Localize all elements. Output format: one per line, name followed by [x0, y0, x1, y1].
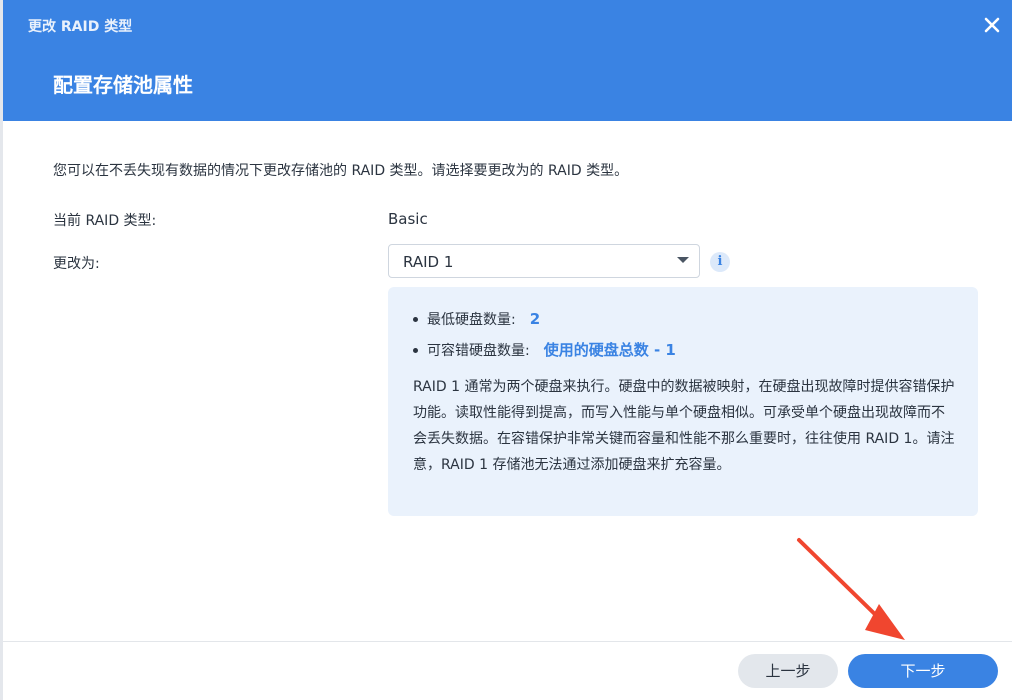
footer-divider [3, 641, 1012, 642]
chevron-down-icon [677, 257, 689, 263]
close-button[interactable] [980, 13, 1004, 37]
change-to-label: 更改为: [53, 256, 100, 272]
current-raid-value: Basic [388, 210, 428, 228]
previous-button[interactable]: 上一步 [738, 654, 838, 688]
dialog-header: 更改 RAID 类型 配置存储池属性 [3, 0, 1012, 121]
min-disks-label: 最低硬盘数量: [427, 312, 516, 328]
annotation-arrow-icon [797, 538, 905, 640]
bullet-icon [413, 347, 418, 353]
raid-type-selected-value: RAID 1 [403, 253, 454, 271]
current-raid-label: 当前 RAID 类型: [53, 213, 157, 229]
fault-tolerance-row: 可容错硬盘数量: 使用的硬盘总数 - 1 [413, 339, 676, 360]
min-disks-value: 2 [529, 310, 541, 328]
info-icon[interactable]: i [710, 252, 730, 272]
bullet-icon [413, 316, 418, 322]
min-disks-row: 最低硬盘数量: 2 [413, 309, 540, 329]
fault-tolerance-label: 可容错硬盘数量: [427, 343, 530, 359]
step-title: 配置存储池属性 [53, 73, 193, 97]
window-title: 更改 RAID 类型 [28, 19, 133, 35]
next-button[interactable]: 下一步 [848, 654, 998, 688]
raid-type-select[interactable]: RAID 1 [388, 244, 700, 278]
fault-tolerance-value: 使用的硬盘总数 - 1 [543, 341, 676, 359]
change-raid-dialog: 更改 RAID 类型 配置存储池属性 您可以在不丢失现有数据的情况下更改存储池的… [3, 0, 1012, 700]
page-description: 您可以在不丢失现有数据的情况下更改存储池的 RAID 类型。请选择要更改为的 R… [53, 163, 629, 179]
raid-description: RAID 1 通常为两个硬盘来执行。硬盘中的数据被映射，在硬盘出现故障时提供容错… [413, 379, 955, 473]
raid-info-panel: 最低硬盘数量: 2 可容错硬盘数量: 使用的硬盘总数 - 1 RAID 1 通常为两… [388, 287, 978, 516]
close-icon [984, 17, 1000, 33]
